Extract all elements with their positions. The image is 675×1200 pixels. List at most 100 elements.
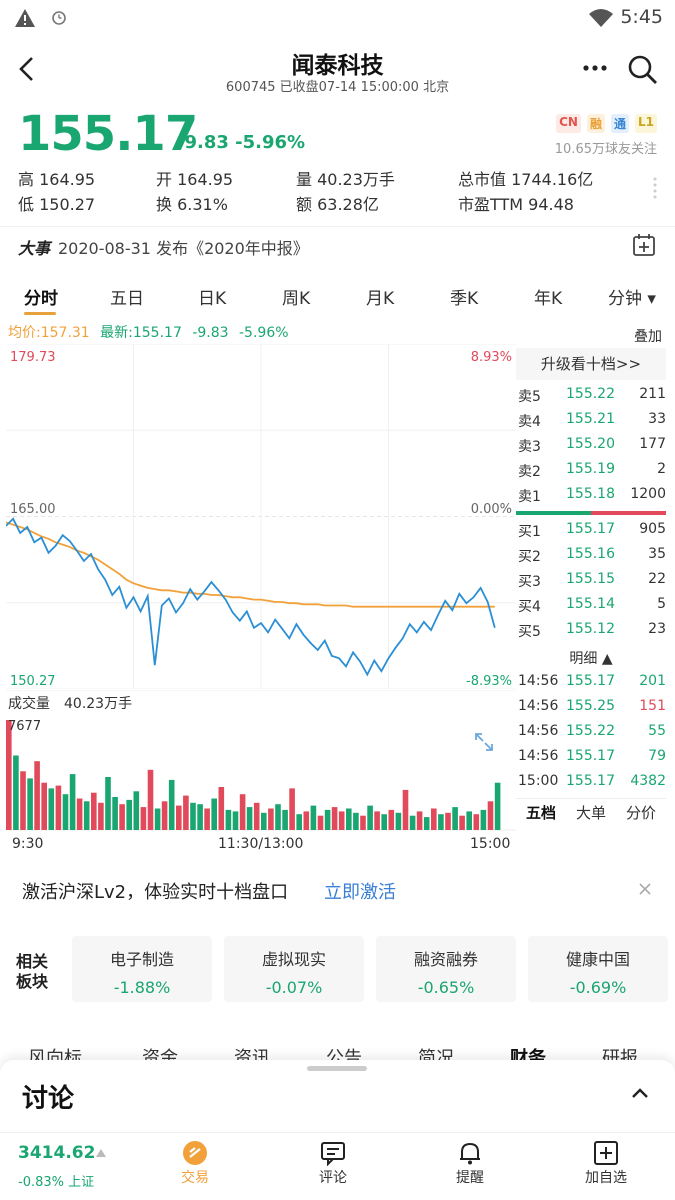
sector-card[interactable]: 健康中国 -0.69% [528, 936, 668, 1002]
y-top-label: 179.73 [10, 350, 56, 365]
overlay-button[interactable]: 叠加 [634, 326, 662, 346]
chart-info-row: 均价:157.31 最新:155.17 -9.83 -5.96% [8, 322, 289, 342]
sector-card[interactable]: 融资融券 -0.65% [376, 936, 516, 1002]
volume-bar [346, 808, 352, 830]
nav-reminder[interactable]: 提醒 [430, 1139, 510, 1187]
volume-bar [261, 812, 267, 830]
expand-dots-icon[interactable] [652, 176, 658, 202]
bid-row-4: 买4 155.14 5 [516, 596, 666, 621]
fullscreen-icon[interactable] [472, 730, 496, 754]
related-label: 相关板块 [16, 952, 49, 991]
calendar-add-icon[interactable] [632, 233, 656, 257]
pct-top-label: 8.93% [471, 350, 512, 365]
bid-label: 买2 [518, 549, 541, 565]
nav-label: 加自选 [585, 1170, 627, 1186]
stat-high: 高 164.95 [18, 166, 95, 190]
tick-time: 14:56 [518, 698, 559, 714]
volume-bar [459, 815, 465, 830]
bell-icon [460, 1142, 480, 1165]
stat-label: 开 [156, 170, 173, 189]
ask-row-2: 卖2 155.19 2 [516, 461, 666, 486]
bid-ask-ratio-bar [516, 511, 666, 515]
stat-value: 94.48 [528, 195, 574, 214]
ask-volume: 33 [648, 411, 666, 427]
volume-bar [161, 801, 168, 830]
volume-bar [473, 814, 480, 830]
drawer-handle[interactable] [307, 1066, 367, 1071]
close-icon[interactable] [638, 882, 652, 896]
nav-comment[interactable]: 评论 [293, 1139, 373, 1187]
detail-toggle[interactable]: 明细 ▲ [516, 648, 666, 668]
nav-add-watchlist[interactable]: 加自选 [566, 1139, 646, 1187]
tab-day-k[interactable]: 日K [198, 284, 226, 309]
volume-bar [232, 811, 239, 830]
ask-label: 卖5 [518, 389, 541, 405]
volume-chart[interactable]: 成交量 40.23万手 7677 [6, 689, 516, 834]
volume-bar [62, 794, 69, 830]
sector-name: 虚拟现实 [261, 950, 326, 969]
tab-month-k[interactable]: 月K [366, 284, 394, 309]
quote-panel: 155.17 -9.83 -5.96% CN 融 通 L1 10.65万球友关注… [0, 102, 675, 224]
intraday-chart[interactable]: 179.73 165.00 150.27 8.93% 0.00% -8.93% [5, 343, 516, 690]
tab-minute[interactable]: 分钟 ▾ [608, 284, 656, 309]
ask-row-5: 卖5 155.22 211 [516, 386, 666, 411]
volume-bar [289, 788, 295, 830]
volume-bar [246, 807, 253, 830]
order-book: 升级看十档>> 卖5 155.22 211 卖4 155.21 33 卖3 155.20 1… [516, 348, 675, 828]
volume-bar [218, 787, 225, 830]
bid-volume: 5 [657, 596, 666, 612]
volume-bar [119, 804, 125, 830]
more-icon[interactable] [582, 64, 608, 72]
tab-intraday[interactable]: 分时 [24, 284, 58, 309]
promo-activate-link[interactable]: 立即激活 [324, 878, 396, 904]
tick-row: 14:56 155.17 201 [516, 673, 666, 698]
sector-card[interactable]: 虚拟现实 -0.07% [224, 936, 364, 1002]
latest-change: -9.83 [192, 325, 229, 341]
volume-bar [324, 809, 331, 830]
discussion-drawer[interactable]: 讨论 [0, 1060, 675, 1132]
badge-cn: CN [556, 114, 581, 133]
event-row[interactable]: 大事 2020-08-31 发布《2020年中报》 [0, 226, 675, 262]
latest-change-pct: -5.96% [239, 325, 289, 341]
sector-name: 融资融券 [413, 950, 478, 969]
ask-volume: 177 [639, 436, 666, 452]
volume-bar [168, 779, 175, 830]
bid-label: 买5 [518, 624, 541, 640]
sector-card[interactable]: 电子制造 -1.88% [72, 936, 212, 1002]
volume-bar [431, 808, 437, 830]
level2-promo-banner[interactable]: 激活沪深Lv2，体验实时十档盘口 立即激活 [0, 868, 675, 912]
upgrade-level2-button[interactable]: 升级看十档>> [516, 348, 666, 380]
event-text: 2020-08-31 发布《2020年中报》 [58, 239, 309, 258]
tab-five-levels[interactable]: 五档 [516, 799, 566, 828]
chevron-up-icon[interactable] [630, 1086, 650, 1100]
index-value[interactable]: 3414.62 [18, 1143, 95, 1163]
search-icon[interactable] [627, 54, 659, 86]
tab-big-orders[interactable]: 大单 [566, 799, 616, 828]
volume-bar [211, 798, 217, 830]
sector-change: -0.07% [265, 978, 323, 997]
tick-volume: 201 [639, 673, 666, 689]
active-tab-indicator [24, 312, 56, 315]
volume-bar [41, 782, 47, 830]
bottom-nav: 3414.62 -0.83% 上证 交易 评论 提醒 加自选 [0, 1132, 675, 1200]
status-time: 5:45 [620, 6, 663, 28]
volume-bar [225, 809, 232, 830]
volume-bar [20, 771, 26, 830]
volume-total: 40.23万手 [64, 696, 132, 712]
tab-year-k[interactable]: 年K [534, 284, 562, 309]
tab-week-k[interactable]: 周K [282, 284, 310, 309]
bid-label: 买1 [518, 524, 541, 540]
tab-quarter-k[interactable]: 季K [450, 284, 478, 309]
ask-row-4: 卖4 155.21 33 [516, 411, 666, 436]
stat-mcap: 总市值 1744.16亿 [458, 166, 593, 190]
stat-value: 6.31% [177, 195, 228, 214]
sector-name: 健康中国 [565, 950, 630, 969]
nav-trade[interactable]: 交易 [155, 1139, 235, 1187]
tab-5day[interactable]: 五日 [110, 284, 144, 309]
tick-volume: 151 [639, 698, 666, 714]
latest-price-label: 最新:155.17 [100, 325, 182, 341]
stat-label: 换 [156, 195, 173, 214]
ask-volume: 211 [639, 386, 666, 402]
stat-low: 低 150.27 [18, 191, 95, 215]
tab-price-distribution[interactable]: 分价 [616, 799, 666, 828]
